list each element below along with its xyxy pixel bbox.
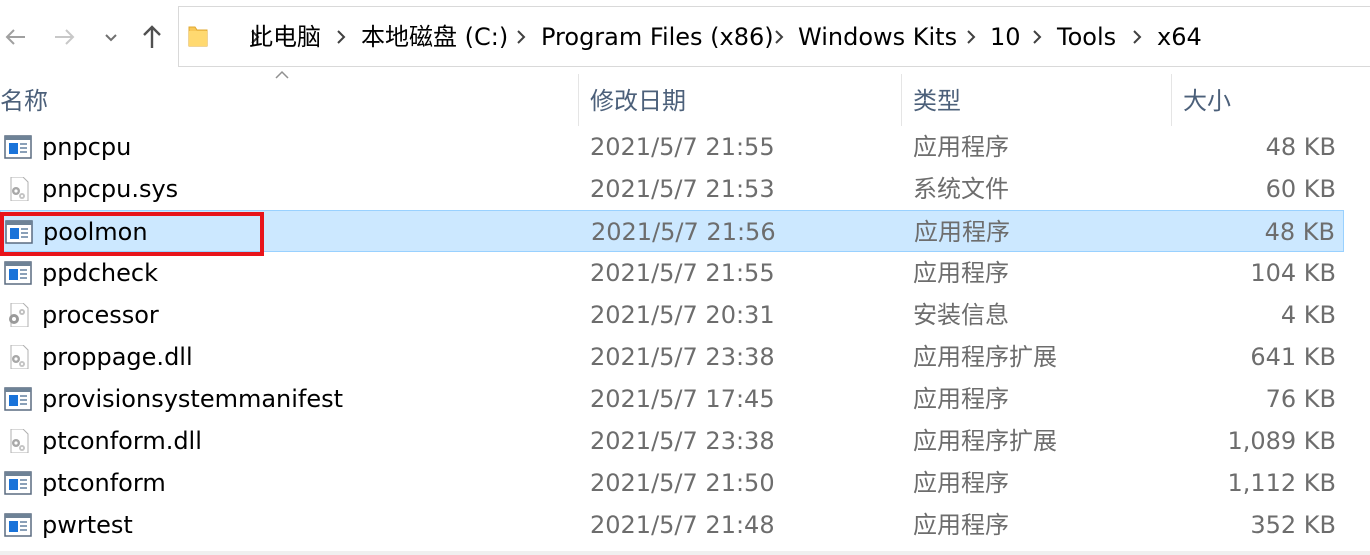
column-divider[interactable] <box>578 74 579 126</box>
file-size: 641 KB <box>1250 343 1336 371</box>
file-size: 1,112 KB <box>1227 469 1336 497</box>
application-icon <box>5 220 33 244</box>
file-date: 2021/5/7 21:50 <box>590 469 775 497</box>
file-date: 2021/5/7 23:38 <box>590 343 775 371</box>
dll-file-icon <box>4 344 32 370</box>
application-icon <box>4 513 32 537</box>
arrow-right-icon <box>55 29 75 45</box>
chevron-down-icon <box>105 34 117 42</box>
column-header-size[interactable]: 大小 <box>1183 80 1231 126</box>
application-icon <box>4 261 32 285</box>
file-date: 2021/5/7 17:45 <box>590 385 775 413</box>
file-size: 48 KB <box>1264 218 1335 246</box>
chevron-right-icon[interactable] <box>773 27 785 47</box>
back-button[interactable] <box>0 22 30 52</box>
breadcrumb-tools[interactable]: Tools <box>1057 21 1116 53</box>
arrow-up-icon <box>143 25 161 48</box>
file-type: 应用程序 <box>913 511 1009 539</box>
file-name: ppdcheck <box>42 259 158 287</box>
file-row[interactable]: pnpcpu 2021/5/7 21:55 应用程序 48 KB <box>0 126 1344 168</box>
file-row-selected[interactable]: poolmon 2021/5/7 21:56 应用程序 48 KB <box>0 210 1344 252</box>
breadcrumb-x64[interactable]: x64 <box>1157 21 1202 53</box>
file-name: ptconform.dll <box>42 427 202 455</box>
navigation-bar: 此电脑 本地磁盘 (C:) Program Files (x86) Window… <box>0 0 1370 70</box>
column-header-date[interactable]: 修改日期 <box>590 80 686 126</box>
file-row[interactable]: ppdcheck 2021/5/7 21:55 应用程序 104 KB <box>0 252 1344 294</box>
file-type: 应用程序扩展 <box>913 343 1057 371</box>
arrow-left-icon <box>5 29 25 45</box>
file-type: 应用程序 <box>913 469 1009 497</box>
breadcrumb-windows-kits[interactable]: Windows Kits <box>798 21 957 53</box>
bottom-edge <box>0 551 1370 555</box>
chevron-right-icon[interactable] <box>1131 27 1143 47</box>
file-date: 2021/5/7 21:55 <box>590 259 775 287</box>
file-date: 2021/5/7 21:48 <box>590 511 775 539</box>
chevron-right-icon[interactable] <box>335 27 347 47</box>
file-name: pnpcpu.sys <box>42 175 179 203</box>
breadcrumb-program-files-x86[interactable]: Program Files (x86) <box>541 21 774 53</box>
file-name: pnpcpu <box>42 133 132 161</box>
column-header-name[interactable]: 名称 <box>0 80 48 126</box>
file-date: 2021/5/7 21:56 <box>591 218 776 246</box>
file-size: 48 KB <box>1265 133 1336 161</box>
breadcrumb-local-disk[interactable]: 本地磁盘 (C:) <box>361 21 508 53</box>
setup-information-icon <box>4 302 32 328</box>
file-size: 1,089 KB <box>1227 427 1336 455</box>
file-date: 2021/5/7 21:55 <box>590 133 775 161</box>
file-date: 2021/5/7 20:31 <box>590 301 775 329</box>
file-type: 应用程序 <box>913 133 1009 161</box>
file-name: processor <box>42 301 159 329</box>
chevron-right-icon[interactable] <box>1031 27 1043 47</box>
file-size: 76 KB <box>1265 385 1336 413</box>
folder-icon <box>188 26 208 47</box>
file-type: 应用程序 <box>913 385 1009 413</box>
file-size: 104 KB <box>1250 259 1336 287</box>
file-row[interactable]: provisionsystemmanifest 2021/5/7 17:45 应… <box>0 378 1344 420</box>
file-type: 应用程序扩展 <box>913 427 1057 455</box>
file-date: 2021/5/7 23:38 <box>590 427 775 455</box>
file-date: 2021/5/7 21:53 <box>590 175 775 203</box>
application-icon <box>4 471 32 495</box>
file-row[interactable]: ptconform 2021/5/7 21:50 应用程序 1,112 KB <box>0 462 1344 504</box>
chevron-right-icon[interactable] <box>515 27 527 47</box>
sort-ascending-icon <box>275 70 289 79</box>
breadcrumb-this-pc[interactable]: 此电脑 <box>249 21 321 53</box>
forward-button[interactable] <box>50 22 80 52</box>
file-type: 系统文件 <box>913 175 1009 203</box>
application-icon <box>4 387 32 411</box>
file-row[interactable]: ptconform.dll 2021/5/7 23:38 应用程序扩展 1,08… <box>0 420 1344 462</box>
breadcrumb-10[interactable]: 10 <box>990 21 1021 53</box>
file-size: 352 KB <box>1250 511 1336 539</box>
file-name: poolmon <box>43 218 148 246</box>
file-row[interactable]: proppage.dll 2021/5/7 23:38 应用程序扩展 641 K… <box>0 336 1344 378</box>
file-row[interactable]: pwrtest 2021/5/7 21:48 应用程序 352 KB <box>0 504 1344 546</box>
chevron-right-icon[interactable] <box>965 27 977 47</box>
file-name: provisionsystemmanifest <box>42 385 344 413</box>
dll-file-icon <box>4 428 32 454</box>
up-button[interactable] <box>137 22 167 52</box>
file-name: pwrtest <box>42 511 133 539</box>
file-name: ptconform <box>42 469 166 497</box>
column-divider[interactable] <box>1171 74 1172 126</box>
file-size: 4 KB <box>1280 301 1336 329</box>
file-row[interactable]: processor 2021/5/7 20:31 安装信息 4 KB <box>0 294 1344 336</box>
address-bar[interactable]: 此电脑 本地磁盘 (C:) Program Files (x86) Window… <box>178 6 1370 67</box>
file-type: 应用程序 <box>913 259 1009 287</box>
column-header-type[interactable]: 类型 <box>913 80 961 126</box>
file-type: 应用程序 <box>914 218 1010 246</box>
application-icon <box>4 135 32 159</box>
file-type: 安装信息 <box>913 301 1009 329</box>
file-size: 60 KB <box>1265 175 1336 203</box>
system-file-icon <box>4 176 32 202</box>
file-name: proppage.dll <box>42 343 193 371</box>
recent-locations-button[interactable] <box>96 22 126 52</box>
file-row[interactable]: pnpcpu.sys 2021/5/7 21:53 系统文件 60 KB <box>0 168 1344 210</box>
column-divider[interactable] <box>901 74 902 126</box>
